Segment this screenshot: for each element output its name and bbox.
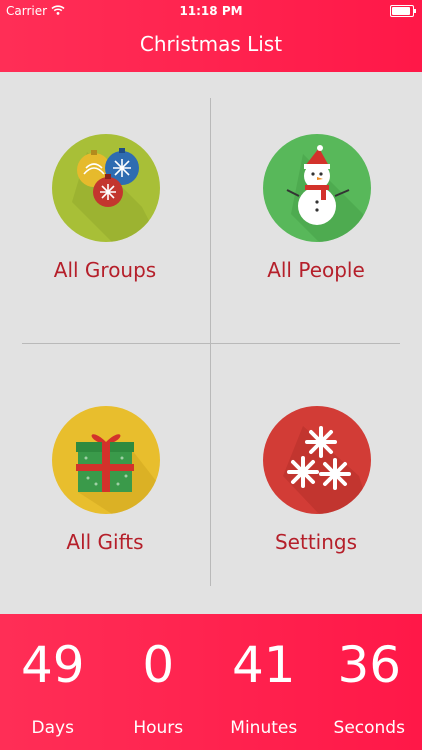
tile-all-people[interactable]: All People xyxy=(211,72,421,343)
countdown-seconds-label: Seconds xyxy=(333,718,405,738)
ornaments-icon xyxy=(52,134,160,242)
snowflakes-icon xyxy=(263,406,371,514)
tile-label: All People xyxy=(267,258,365,282)
snowman-icon xyxy=(263,134,371,242)
gift-icon xyxy=(52,406,160,514)
status-time: 11:18 PM xyxy=(179,4,243,18)
page-title: Christmas List xyxy=(139,32,283,56)
countdown-minutes-label: Minutes xyxy=(230,718,298,738)
countdown-hours: 0 Hours xyxy=(106,614,212,750)
countdown-days-label: Days xyxy=(31,718,74,738)
tile-label: All Gifts xyxy=(66,530,144,554)
tile-label: All Groups xyxy=(53,258,157,282)
tile-all-groups[interactable]: All Groups xyxy=(0,72,210,343)
tile-settings[interactable]: Settings xyxy=(211,344,421,615)
countdown-hours-value: 0 xyxy=(142,636,175,694)
battery-icon xyxy=(390,5,416,17)
menu-grid: All Groups All People All Gifts Settings xyxy=(0,72,422,614)
countdown-seconds: 36 Seconds xyxy=(317,614,422,750)
countdown-minutes: 41 Minutes xyxy=(211,614,317,750)
tile-label: Settings xyxy=(274,530,358,554)
status-bar: Carrier 11:18 PM xyxy=(0,0,422,22)
countdown-days-value: 49 xyxy=(20,636,85,694)
header: Carrier 11:18 PM Christmas List xyxy=(0,0,422,72)
countdown-minutes-value: 41 xyxy=(231,636,296,694)
tile-all-gifts[interactable]: All Gifts xyxy=(0,344,210,615)
countdown-days: 49 Days xyxy=(0,614,106,750)
countdown-bar: 49 Days 0 Hours 41 Minutes 36 Seconds xyxy=(0,614,422,750)
countdown-hours-label: Hours xyxy=(133,718,184,738)
countdown-seconds-value: 36 xyxy=(337,636,402,694)
